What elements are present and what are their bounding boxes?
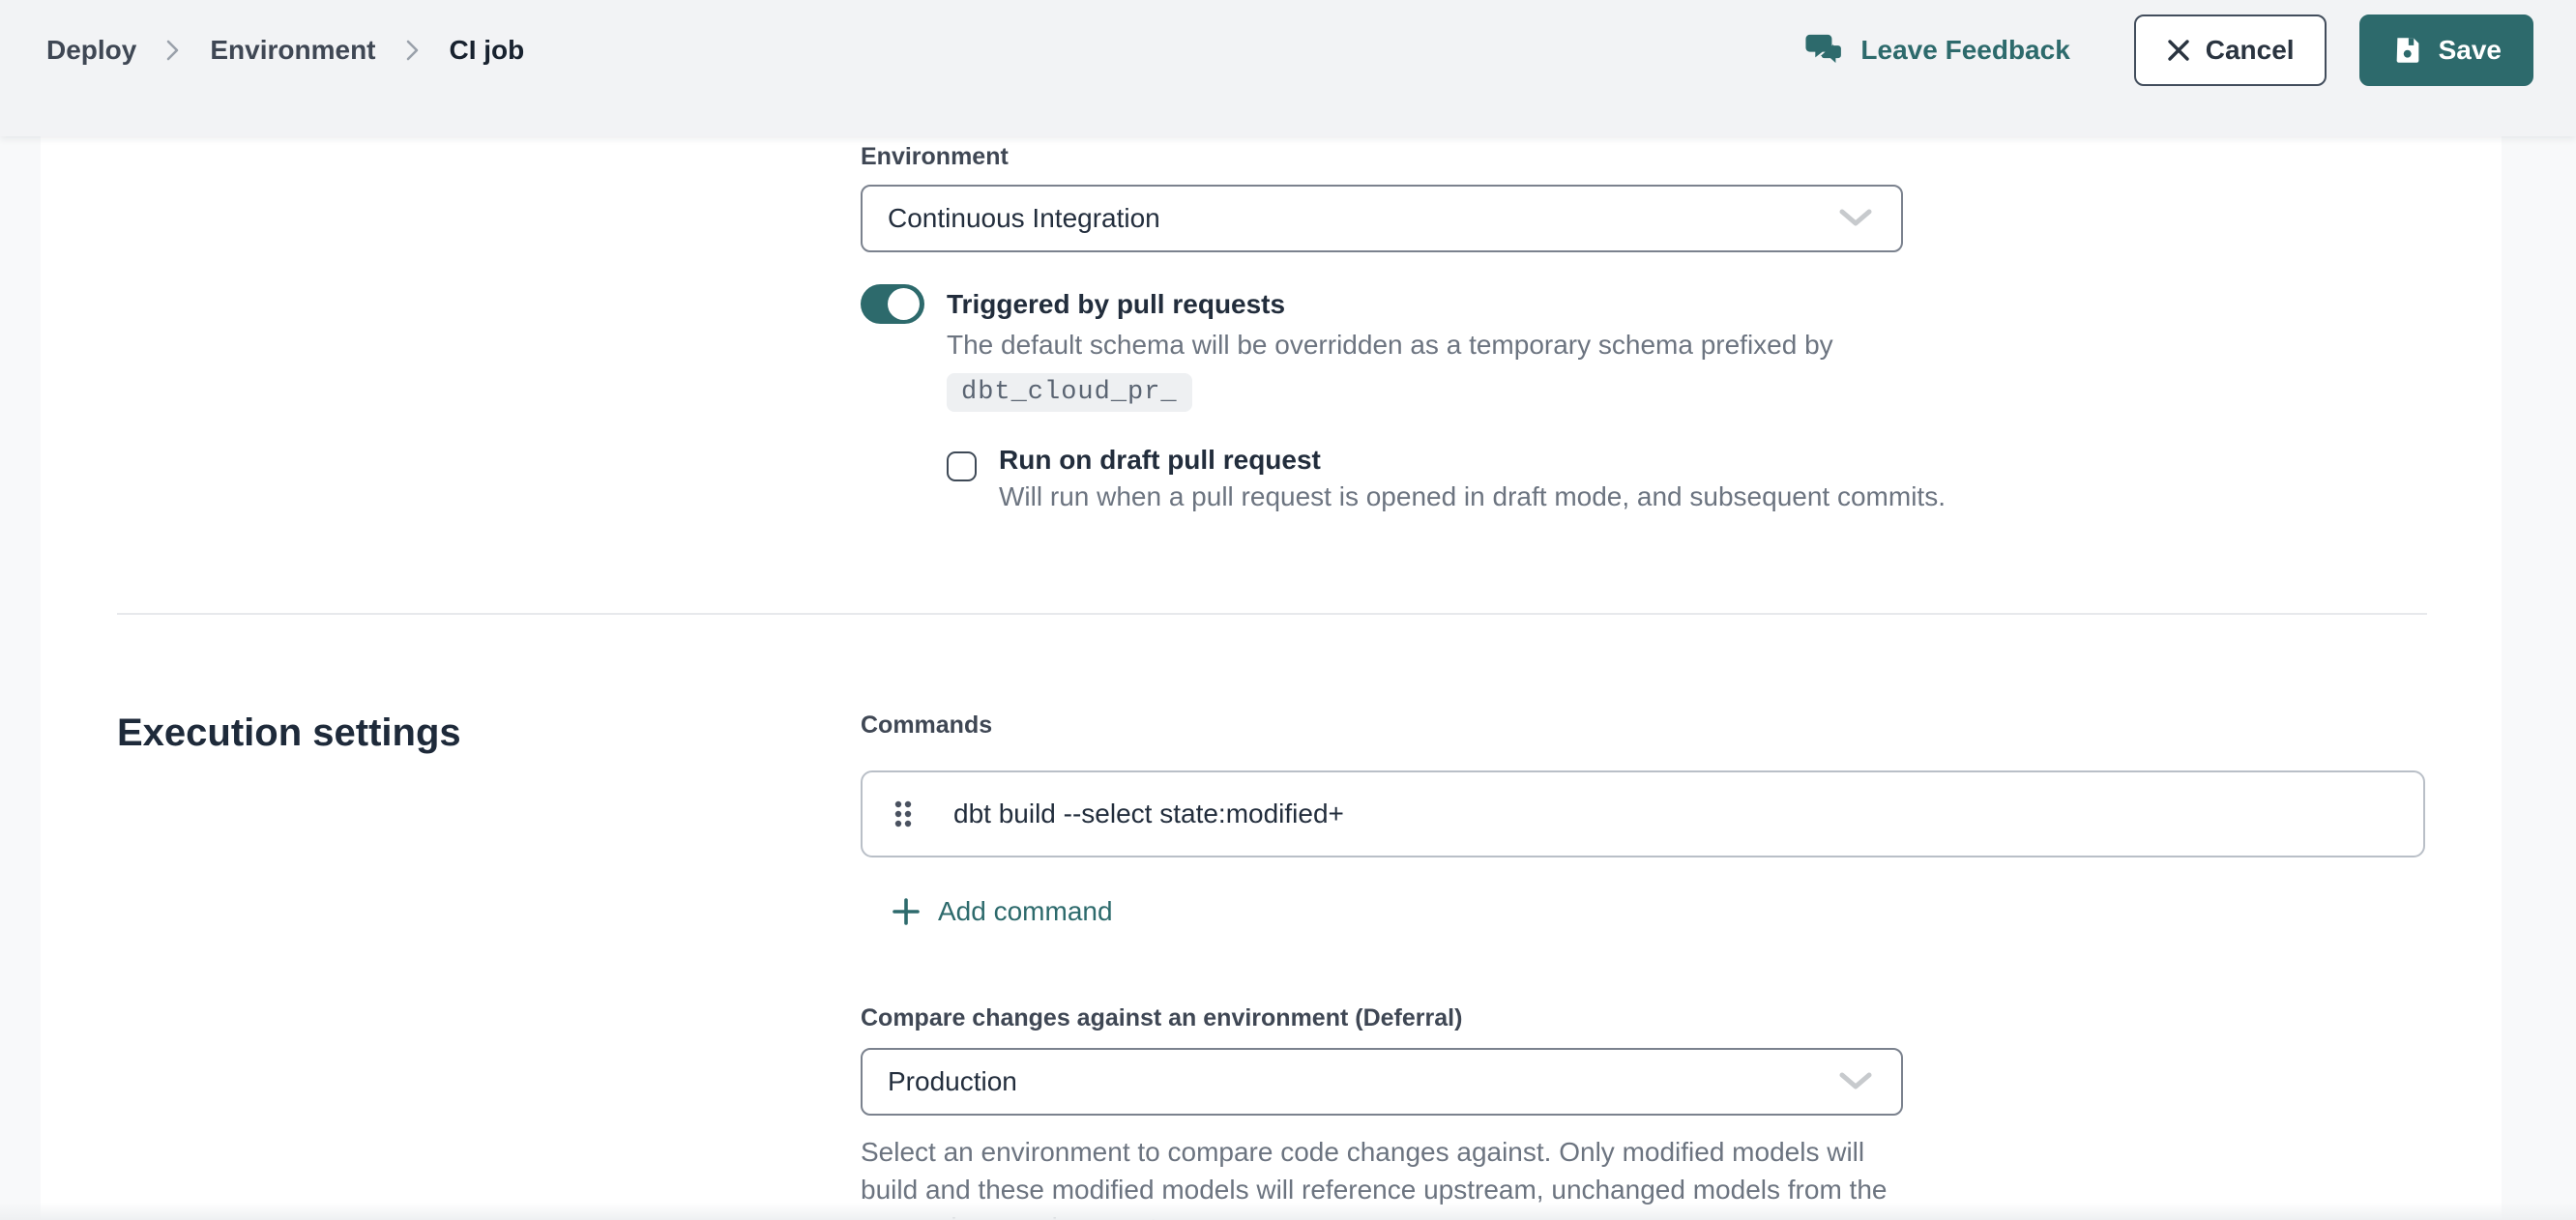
environment-section: Environment Continuous Integration Trigg… bbox=[117, 143, 2502, 516]
save-label: Save bbox=[2439, 35, 2502, 66]
breadcrumb: Deploy Environment CI job bbox=[46, 35, 524, 66]
toggle-knob bbox=[888, 288, 920, 320]
drag-handle-icon[interactable] bbox=[892, 798, 915, 830]
cancel-button[interactable]: Cancel bbox=[2134, 15, 2327, 86]
pr-trigger-toggle[interactable] bbox=[861, 284, 924, 324]
add-command-label: Add command bbox=[938, 896, 1113, 927]
pr-trigger-row: Triggered by pull requests The default s… bbox=[861, 284, 2502, 516]
add-command-button[interactable]: Add command bbox=[892, 896, 1113, 927]
deferral-select-value: Production bbox=[888, 1066, 1017, 1097]
pr-trigger-label: Triggered by pull requests bbox=[947, 284, 1946, 324]
chevron-right-icon bbox=[165, 37, 181, 64]
execution-section: Execution settings Commands dbt build --… bbox=[117, 712, 2502, 1220]
deferral-description: Select an environment to compare code ch… bbox=[861, 1133, 1919, 1220]
breadcrumb-environment[interactable]: Environment bbox=[210, 35, 375, 66]
schema-prefix-code-chip: dbt_cloud_pr_ bbox=[947, 373, 1192, 412]
top-bar: Deploy Environment CI job Leave Feedback bbox=[0, 0, 2576, 136]
pr-trigger-description: The default schema will be overridden as… bbox=[947, 326, 1914, 364]
chevron-down-icon bbox=[1839, 209, 1872, 228]
execution-section-title: Execution settings bbox=[117, 712, 861, 754]
breadcrumb-deploy[interactable]: Deploy bbox=[46, 35, 136, 66]
chevron-right-icon bbox=[405, 37, 421, 64]
deferral-field-label: Compare changes against an environment (… bbox=[861, 1004, 2502, 1032]
draft-pr-description: Will run when a pull request is opened i… bbox=[999, 478, 1946, 516]
floppy-save-icon bbox=[2391, 34, 2424, 67]
draft-pr-checkbox[interactable] bbox=[947, 451, 977, 481]
settings-card: Environment Continuous Integration Trigg… bbox=[41, 136, 2502, 1220]
command-value: dbt build --select state:modified+ bbox=[953, 799, 1344, 829]
header-actions: Leave Feedback Cancel Save bbox=[1804, 15, 2533, 86]
chat-bubbles-icon bbox=[1804, 33, 1845, 68]
save-button[interactable]: Save bbox=[2359, 15, 2533, 86]
leave-feedback-label: Leave Feedback bbox=[1860, 35, 2069, 66]
plus-icon bbox=[892, 897, 921, 926]
cancel-label: Cancel bbox=[2206, 35, 2295, 66]
commands-field-label: Commands bbox=[861, 712, 2502, 740]
leave-feedback-link[interactable]: Leave Feedback bbox=[1804, 33, 2069, 68]
draft-pr-row: Run on draft pull request Will run when … bbox=[947, 445, 1946, 516]
deferral-environment-select[interactable]: Production bbox=[861, 1048, 1903, 1116]
close-icon bbox=[2166, 38, 2191, 63]
section-divider bbox=[117, 613, 2427, 615]
breadcrumb-current-ci-job: CI job bbox=[450, 35, 525, 66]
draft-pr-label: Run on draft pull request bbox=[999, 445, 1946, 476]
environment-section-left-spacer bbox=[117, 143, 861, 516]
environment-select[interactable]: Continuous Integration bbox=[861, 185, 1903, 252]
chevron-down-icon bbox=[1839, 1072, 1872, 1091]
environment-select-value: Continuous Integration bbox=[888, 203, 1160, 234]
page: Deploy Environment CI job Leave Feedback bbox=[0, 0, 2576, 1220]
environment-field-label: Environment bbox=[861, 143, 2502, 171]
command-input-row[interactable]: dbt build --select state:modified+ bbox=[861, 770, 2425, 857]
